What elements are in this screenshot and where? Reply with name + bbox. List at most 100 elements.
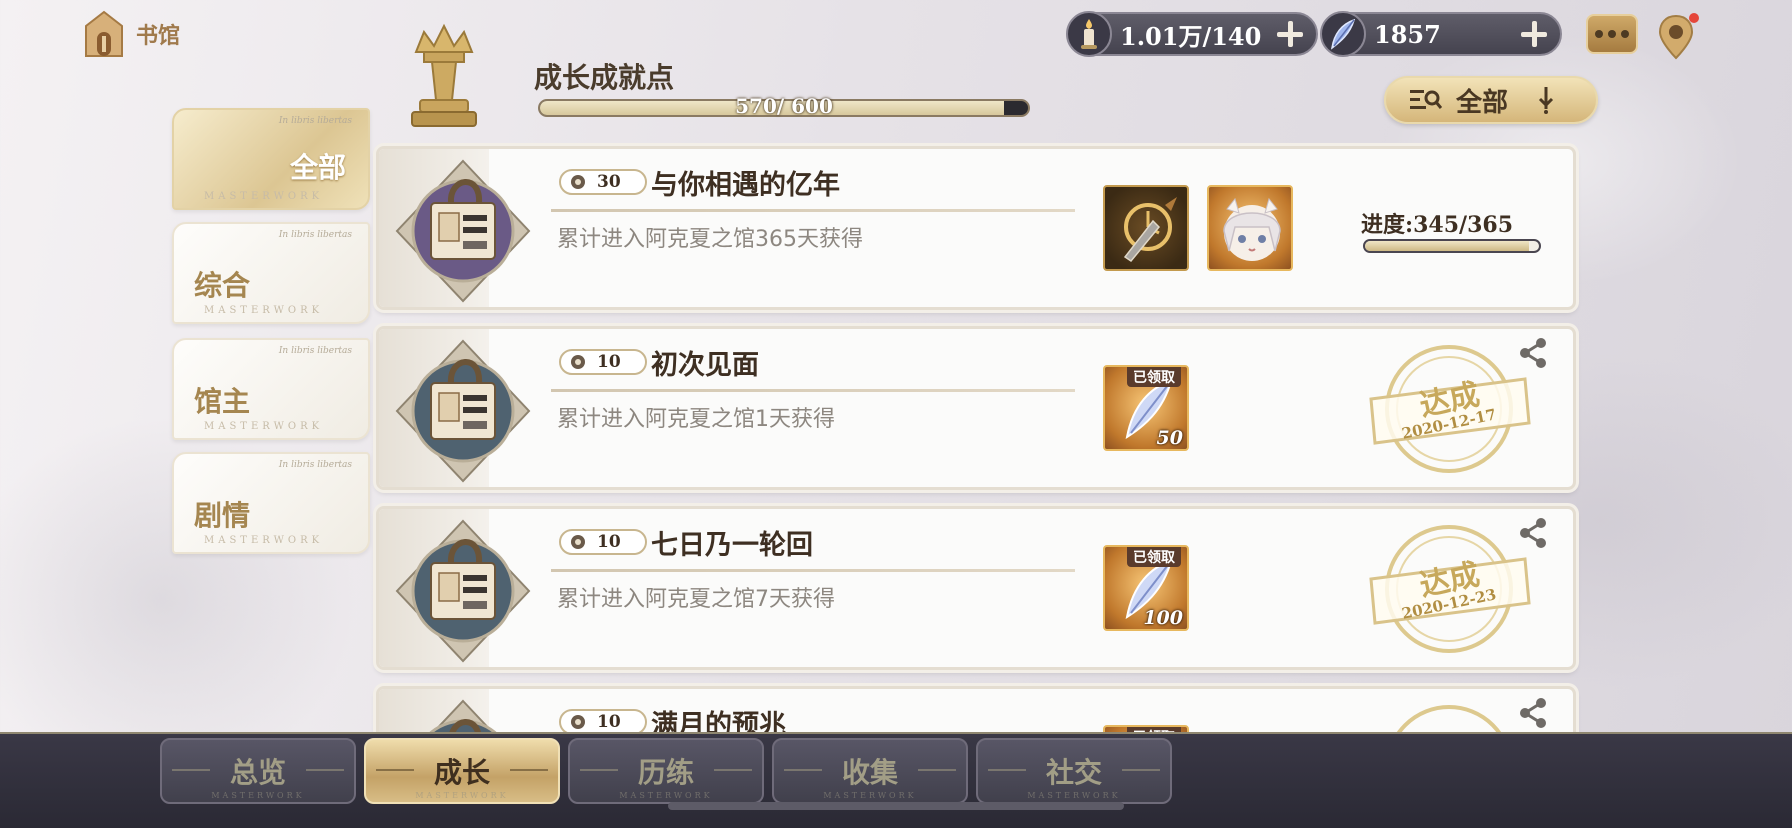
category-footer: MASTERWORK <box>204 421 324 432</box>
achievement-title: 初次见面 <box>651 350 759 381</box>
category-label: 综合 <box>194 269 251 302</box>
nav-ornament <box>988 769 1026 771</box>
reward-count: 100 <box>1143 607 1183 629</box>
nav-tab-growth[interactable]: 成长 MASTERWORK <box>364 738 560 804</box>
points-value: 10 <box>597 712 621 732</box>
filter-button[interactable]: 全部 <box>1384 76 1598 124</box>
candle-value: 1.01万/140 <box>1120 21 1262 51</box>
claimed-tag: 已领取 <box>1127 367 1181 387</box>
filter-icon <box>1410 90 1442 109</box>
nav-ornament <box>918 769 956 771</box>
filter-label: 全部 <box>1456 87 1509 118</box>
progress-bar <box>1363 239 1541 253</box>
category-label: 馆主 <box>194 385 251 418</box>
category-subtitle: In libris libertas <box>278 230 352 240</box>
candle-icon <box>1066 11 1112 57</box>
category-footer: MASTERWORK <box>204 191 324 202</box>
quill-feather-icon <box>1320 11 1366 57</box>
nav-label: 历练 <box>637 756 694 789</box>
achievement-desc: 累计进入阿克夏之馆365天获得 <box>557 227 863 252</box>
category-tab-curator[interactable]: In libris libertas 馆主 MASTERWORK <box>172 338 370 440</box>
category-footer: MASTERWORK <box>204 305 324 316</box>
category-subtitle: In libris libertas <box>278 116 352 126</box>
achievement-title: 与你相遇的亿年 <box>651 170 840 201</box>
map-pin-icon[interactable] <box>1656 10 1702 62</box>
candle-add-button[interactable] <box>1274 18 1306 50</box>
id-card-emblem-icon <box>393 337 533 485</box>
character-portrait-icon <box>1223 197 1281 261</box>
points-value: 30 <box>597 172 621 192</box>
nav-label: 总览 <box>229 756 286 789</box>
points-value: 10 <box>597 532 621 552</box>
category-tab-story[interactable]: In libris libertas 剧情 MASTERWORK <box>172 452 370 554</box>
nav-footer: MASTERWORK <box>211 791 305 800</box>
id-card-emblem-icon <box>393 517 533 665</box>
achievement-card[interactable]: 10 七日乃一轮回 累计进入阿克夏之馆7天获得 已领取 100 达成 2020-… <box>376 506 1576 670</box>
achievement-title: 七日乃一轮回 <box>651 530 813 561</box>
nav-ornament <box>510 769 548 771</box>
points-badge: 30 <box>559 169 647 195</box>
nav-ornament <box>784 769 822 771</box>
page-title: 成长成就点 <box>534 61 675 94</box>
claimed-tag: 已领取 <box>1127 547 1181 567</box>
points-value: 10 <box>597 352 621 372</box>
reward-count: 50 <box>1156 427 1183 449</box>
nav-tab-overview[interactable]: 总览 MASTERWORK <box>160 738 356 804</box>
quill-add-button[interactable] <box>1518 18 1550 50</box>
gear-icon <box>571 715 585 729</box>
id-card-emblem-icon <box>393 157 533 305</box>
points-badge: 10 <box>559 349 647 375</box>
reward-item[interactable] <box>1207 185 1293 271</box>
progress-label: 进度:345/365 <box>1361 212 1514 238</box>
home-indicator[interactable] <box>668 802 1124 810</box>
clock-dagger-icon <box>1123 197 1177 263</box>
category-tab-general[interactable]: In libris libertas 综合 MASTERWORK <box>172 222 370 324</box>
nav-footer: MASTERWORK <box>415 791 509 800</box>
gear-icon <box>571 175 585 189</box>
chevron-down-icon <box>1538 87 1554 114</box>
crown-chess-icon <box>411 23 477 127</box>
home-button[interactable]: 书馆 <box>82 10 180 58</box>
reward-item[interactable]: 已领取 100 <box>1103 545 1189 631</box>
category-label: 全部 <box>289 151 346 184</box>
category-subtitle: In libris libertas <box>278 346 352 356</box>
nav-footer: MASTERWORK <box>1027 791 1121 800</box>
nav-label: 收集 <box>841 756 898 789</box>
quill-resource: 1857 <box>1320 11 1562 57</box>
quill-value: 1857 <box>1374 19 1441 49</box>
nav-label: 社交 <box>1045 756 1102 789</box>
nav-ornament <box>714 769 752 771</box>
nav-ornament <box>580 769 618 771</box>
divider <box>551 209 1075 212</box>
gear-icon <box>571 535 585 549</box>
home-label: 书馆 <box>136 24 181 49</box>
candle-resource: 1.01万/140 <box>1066 11 1318 57</box>
nav-tab-social[interactable]: 社交 MASTERWORK <box>976 738 1172 804</box>
category-subtitle: In libris libertas <box>278 460 352 470</box>
house-icon <box>85 10 123 57</box>
nav-ornament <box>172 769 210 771</box>
nav-tab-collection[interactable]: 收集 MASTERWORK <box>772 738 968 804</box>
nav-footer: MASTERWORK <box>823 791 917 800</box>
divider <box>551 569 1075 572</box>
achievement-desc: 累计进入阿克夏之馆7天获得 <box>557 587 835 612</box>
nav-ornament <box>306 769 344 771</box>
gear-icon <box>571 355 585 369</box>
reward-item[interactable]: 已领取 50 <box>1103 365 1189 451</box>
nav-footer: MASTERWORK <box>619 791 713 800</box>
reward-item[interactable] <box>1103 185 1189 271</box>
achievement-card[interactable]: 10 初次见面 累计进入阿克夏之馆1天获得 已领取 50 达成 2020-12-… <box>376 326 1576 490</box>
achievement-points-text: 570/ 600 <box>735 94 833 118</box>
points-badge: 10 <box>559 529 647 555</box>
category-tab-all[interactable]: In libris libertas 全部 MASTERWORK <box>172 108 370 210</box>
achievement-card[interactable]: 30 与你相遇的亿年 累计进入阿克夏之馆365天获得 进度:345/365 <box>376 146 1576 310</box>
nav-label: 成长 <box>433 756 490 789</box>
chat-button[interactable] <box>1586 14 1638 54</box>
category-label: 剧情 <box>194 499 251 532</box>
nav-tab-training[interactable]: 历练 MASTERWORK <box>568 738 764 804</box>
divider <box>551 389 1075 392</box>
progress-fill <box>1365 241 1530 251</box>
achievement-desc: 累计进入阿克夏之馆1天获得 <box>557 407 835 432</box>
category-footer: MASTERWORK <box>204 535 324 546</box>
nav-ornament <box>1122 769 1160 771</box>
